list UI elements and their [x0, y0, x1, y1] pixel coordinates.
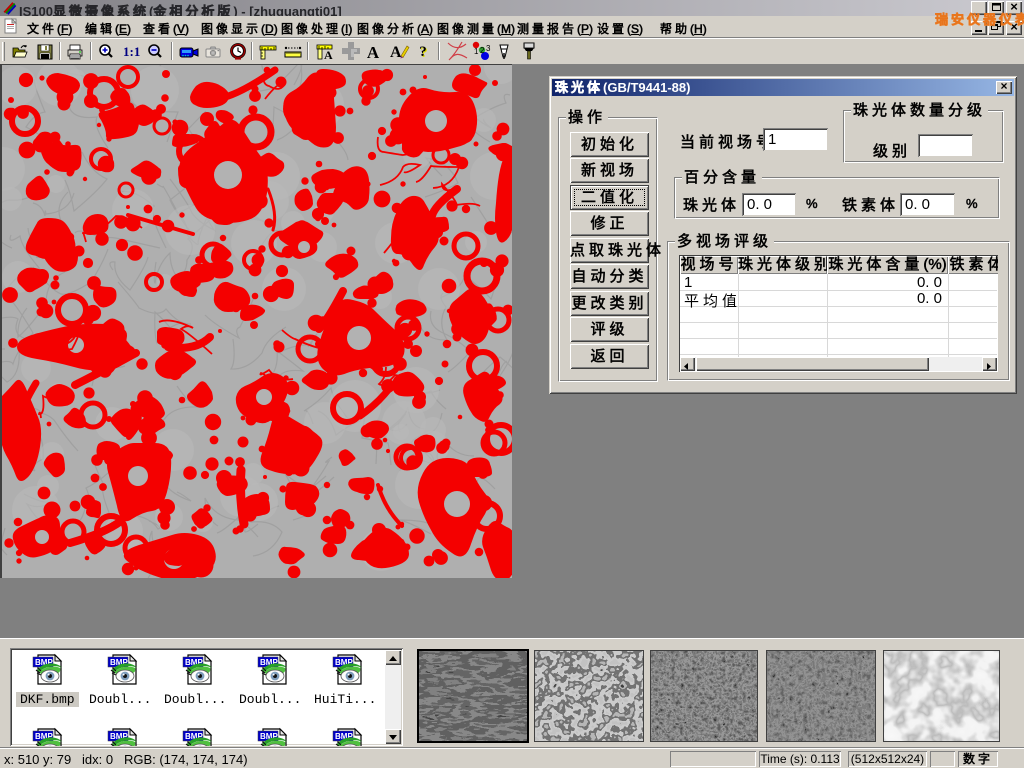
- svg-text:1: 1: [474, 47, 479, 56]
- svg-text:A: A: [324, 48, 333, 61]
- svg-text:A: A: [390, 44, 402, 60]
- svg-text:2: 2: [480, 46, 485, 55]
- svg-text:3: 3: [486, 44, 491, 53]
